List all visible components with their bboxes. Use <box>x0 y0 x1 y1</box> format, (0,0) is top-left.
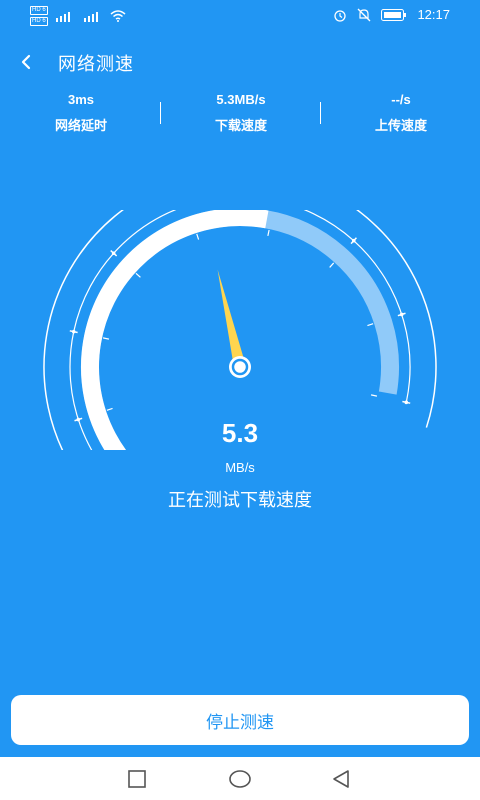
navigation-bar <box>0 757 480 800</box>
gauge-minor-tick <box>367 323 374 327</box>
alarm-icon <box>334 9 347 22</box>
stat-latency: 3ms 网络延时 <box>21 92 141 134</box>
page-title: 网络测速 <box>58 54 134 75</box>
latency-label: 网络延时 <box>54 119 107 134</box>
gauge-tick <box>402 400 411 404</box>
speed-value: 5.3 <box>221 418 259 448</box>
status-bar: HD 6 HD 6 12:17 <box>0 0 480 32</box>
header: 网络测速 <box>0 44 480 80</box>
mute-icon <box>357 8 371 21</box>
gauge-tick <box>69 330 78 334</box>
recent-apps-icon[interactable] <box>127 769 147 789</box>
stats-divider <box>320 102 321 124</box>
status-right: 12:17 <box>333 7 450 22</box>
gauge-minor-tick <box>196 233 200 240</box>
gauge-fill <box>81 210 269 450</box>
signal-icon-2 <box>83 12 98 22</box>
stats-divider <box>160 102 161 124</box>
download-label: 下载速度 <box>214 119 267 134</box>
status-time: 12:17 <box>417 7 450 22</box>
sim1-badge: HD 6 <box>30 6 48 15</box>
gauge-minor-tick <box>135 272 141 278</box>
status-left: HD 6 HD 6 <box>30 6 126 26</box>
speed-unit: MB/s <box>225 460 255 475</box>
battery-icon <box>381 8 407 21</box>
upload-value: --/s <box>391 92 411 107</box>
sim2-badge: HD 6 <box>30 17 48 26</box>
gauge-needle <box>217 269 246 369</box>
wifi-icon <box>110 10 126 22</box>
stat-upload: --/s 上传速度 <box>341 92 461 134</box>
gauge-minor-tick <box>329 262 335 268</box>
upload-label: 上传速度 <box>374 119 427 134</box>
back-button[interactable] <box>10 46 42 78</box>
gauge-minor-tick <box>102 337 110 340</box>
gauge-minor-tick <box>267 229 270 237</box>
latency-value: 3ms <box>67 92 95 107</box>
stat-download: 5.3MB/s 下载速度 <box>181 92 301 134</box>
test-status-text: 正在测试下载速度 <box>168 490 312 511</box>
speed-gauge <box>43 210 437 450</box>
gauge-inner-ring <box>69 210 411 450</box>
download-value: 5.3MB/s <box>216 92 266 107</box>
chevron-left-icon <box>21 54 31 70</box>
gauge-minor-tick <box>370 394 378 397</box>
sim-indicators: HD 6 HD 6 <box>30 6 48 26</box>
home-icon[interactable] <box>228 769 252 789</box>
back-nav-icon[interactable] <box>331 769 351 789</box>
stats-row: 3ms 网络延时 5.3MB/s 下载速度 --/s 上传速度 <box>0 92 480 138</box>
stop-test-button[interactable]: 停止测速 <box>11 695 469 745</box>
gauge-minor-tick <box>106 407 113 411</box>
signal-icon <box>55 12 70 22</box>
